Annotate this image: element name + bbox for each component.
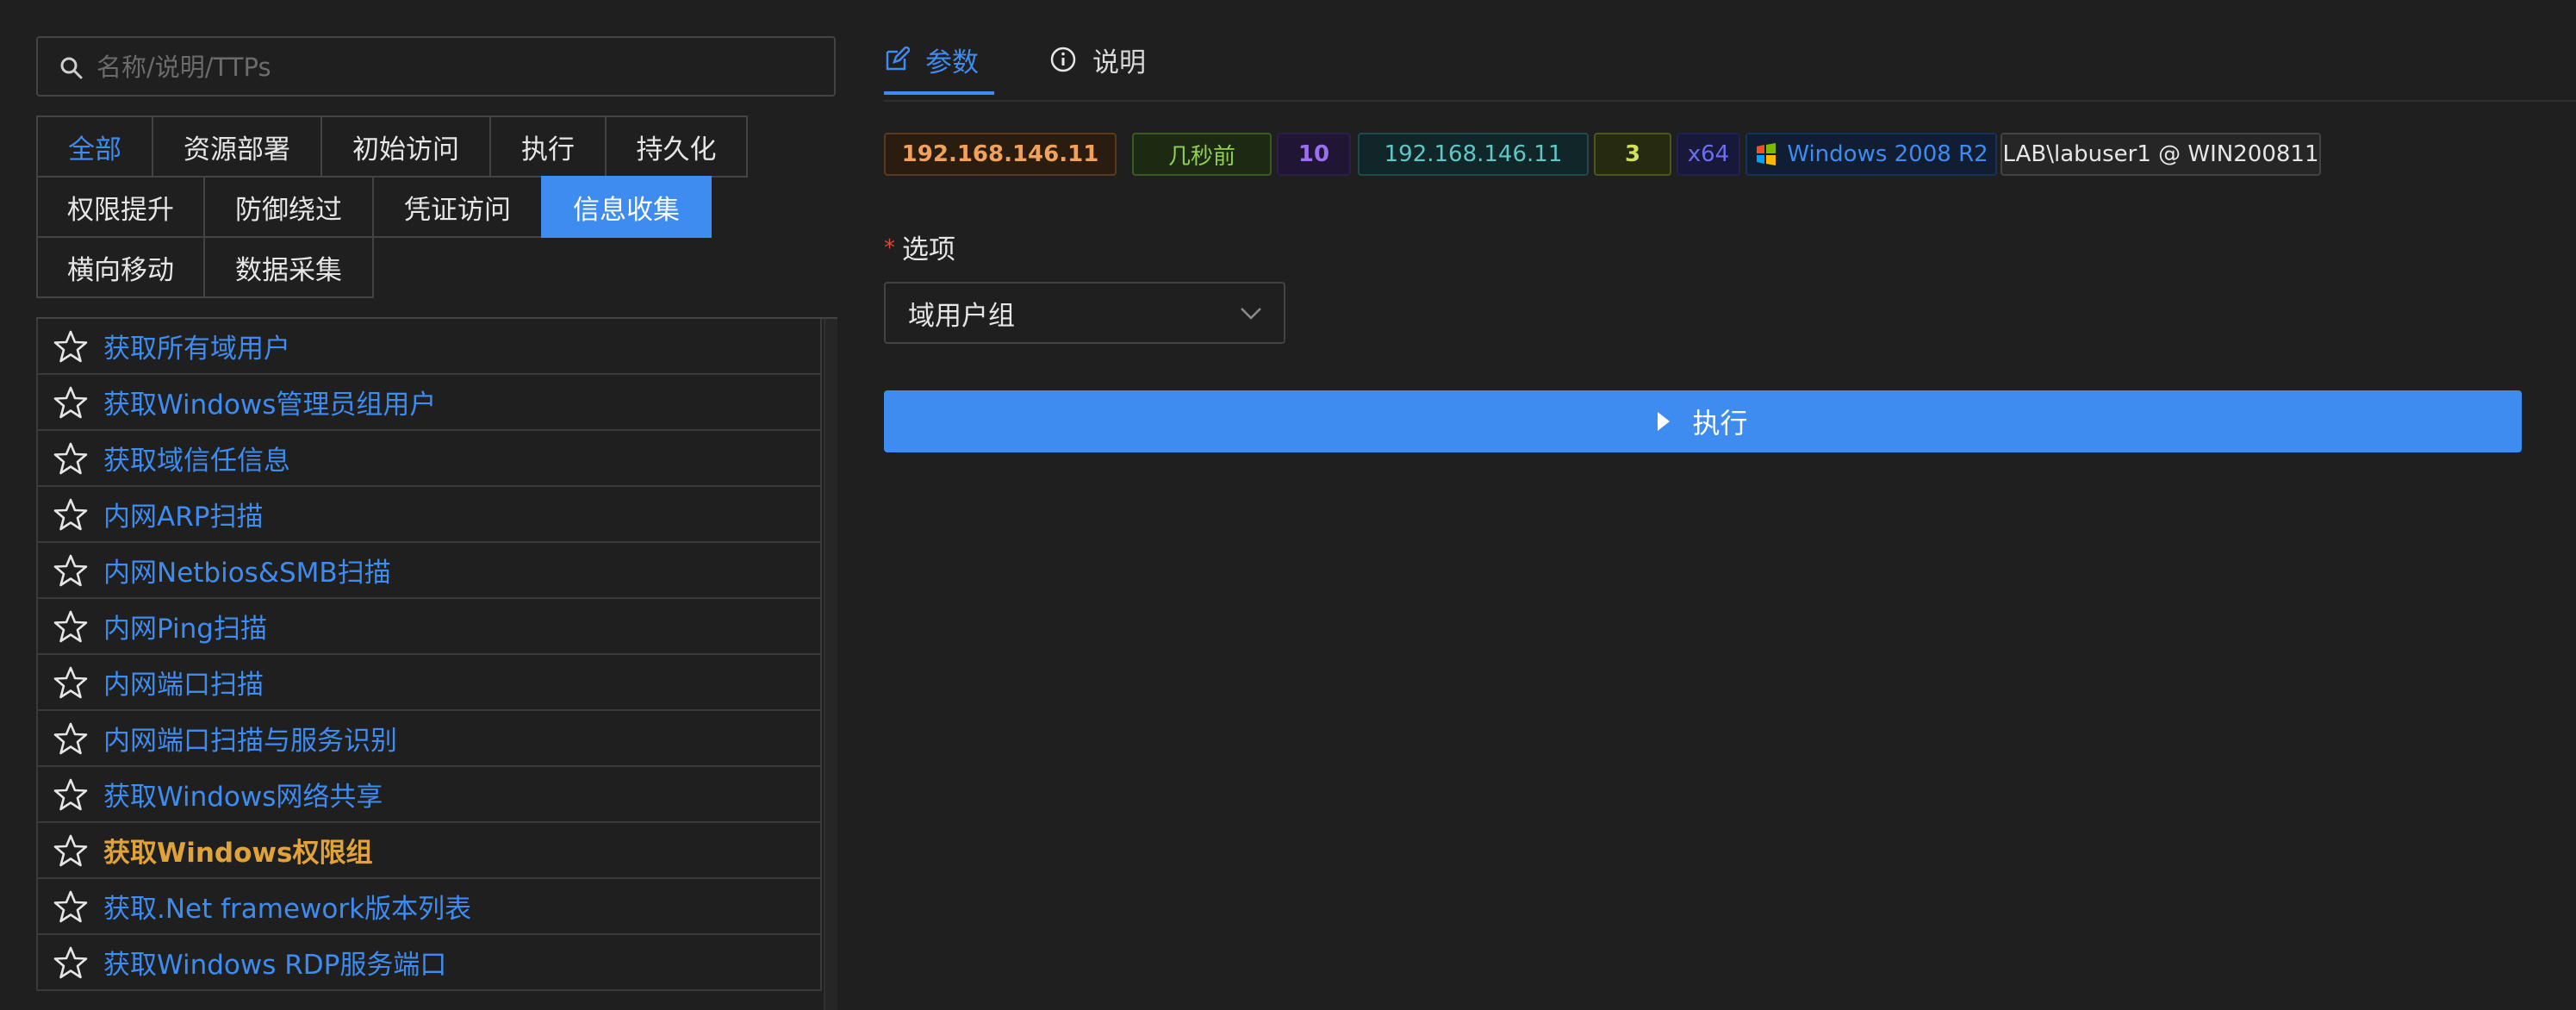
star-icon[interactable] (53, 665, 88, 700)
tab-description[interactable]: 说明 (1049, 33, 1161, 86)
list-item[interactable]: 获取Windows RDP服务端口 (36, 935, 822, 991)
category-persistence[interactable]: 持久化 (605, 115, 748, 178)
list-item[interactable]: 获取域信任信息 (36, 431, 822, 487)
pid-tag: 10 (1277, 133, 1351, 176)
chevron-down-icon (1241, 308, 1261, 320)
list-item[interactable]: 内网端口扫描 (36, 655, 822, 711)
category-discovery[interactable]: 信息收集 (541, 176, 712, 238)
list-item[interactable]: 获取.Net framework版本列表 (36, 879, 822, 935)
module-name: 获取Windows权限组 (103, 838, 373, 869)
category-execution[interactable]: 执行 (489, 115, 607, 178)
windows-icon (1757, 143, 1776, 165)
list-item[interactable]: 内网Netbios&SMB扫描 (36, 543, 822, 599)
user-host-tag: LAB\labuser1 @ WIN200811 (2000, 133, 2321, 176)
module-name: 内网ARP扫描 (103, 502, 264, 533)
os-label: Windows 2008 R2 (1787, 141, 1988, 167)
star-icon[interactable] (53, 497, 88, 532)
os-tag: Windows 2008 R2 (1745, 133, 1997, 176)
star-icon[interactable] (53, 329, 88, 364)
module-name: 获取Windows网络共享 (103, 782, 383, 813)
option-label: * 选项 (884, 228, 955, 266)
play-icon (1658, 412, 1671, 431)
tabs-divider (884, 100, 2576, 102)
edit-icon (886, 47, 910, 71)
category-resource-development[interactable]: 资源部署 (152, 115, 322, 178)
list-scrollbar[interactable] (824, 319, 837, 1010)
list-item[interactable]: 内网ARP扫描 (36, 487, 822, 543)
category-credential-access[interactable]: 凭证访问 (372, 176, 543, 238)
search-box[interactable] (36, 36, 836, 97)
category-collection[interactable]: 数据采集 (203, 236, 374, 298)
info-icon (1050, 47, 1076, 72)
module-name: 获取Windows RDP服务端口 (103, 950, 447, 981)
tab-params-label: 参数 (925, 47, 979, 78)
run-button-label: 执行 (1692, 407, 1748, 440)
module-name: 内网Netbios&SMB扫描 (103, 558, 391, 589)
list-item[interactable]: 内网端口扫描与服务识别 (36, 711, 822, 767)
external-ip-tag: 192.168.146.11 (884, 133, 1117, 176)
tab-params[interactable]: 参数 (884, 33, 994, 95)
list-item[interactable]: 获取Windows管理员组用户 (36, 375, 822, 431)
tab-description-label: 说明 (1092, 47, 1146, 78)
category-defense-evasion[interactable]: 防御绕过 (203, 176, 374, 238)
tab-active-indicator (884, 91, 994, 95)
list-item[interactable]: 获取Windows网络共享 (36, 767, 822, 823)
arch-tag: x64 (1677, 133, 1740, 176)
internal-ip-tag: 192.168.146.11 (1358, 133, 1589, 176)
option-label-text: 选项 (902, 234, 955, 265)
star-icon[interactable] (53, 777, 88, 812)
star-icon[interactable] (53, 385, 88, 420)
module-name: 内网端口扫描与服务识别 (103, 726, 397, 757)
option-select[interactable]: 域用户组 (884, 282, 1285, 344)
list-item[interactable]: 获取所有域用户 (36, 319, 822, 375)
category-privilege-escalation[interactable]: 权限提升 (36, 176, 205, 238)
last-seen-tag: 几秒前 (1132, 133, 1272, 176)
option-select-value: 域用户组 (908, 300, 1015, 332)
module-name: 获取域信任信息 (103, 446, 290, 477)
module-name: 获取所有域用户 (103, 334, 290, 365)
required-mark: * (884, 235, 895, 261)
star-icon[interactable] (53, 553, 88, 588)
integrity-tag: 3 (1594, 133, 1671, 176)
list-item[interactable]: 内网Ping扫描 (36, 599, 822, 655)
star-icon[interactable] (53, 945, 88, 980)
star-icon[interactable] (53, 721, 88, 756)
module-name: 获取.Net framework版本列表 (103, 894, 472, 925)
list-item[interactable]: 获取Windows权限组 (36, 823, 822, 879)
module-list: 获取所有域用户获取Windows管理员组用户 获取域信任信息 内网ARP扫描内网Ne… (36, 317, 837, 1010)
module-name: 内网端口扫描 (103, 670, 264, 701)
star-icon[interactable] (53, 609, 88, 644)
star-icon[interactable] (53, 441, 88, 476)
search-icon (60, 57, 83, 79)
star-icon[interactable] (53, 889, 88, 924)
category-lateral-movement[interactable]: 横向移动 (36, 236, 205, 298)
module-name: 获取Windows管理员组用户 (103, 390, 437, 421)
run-button[interactable]: 执行 (884, 390, 2522, 452)
search-input[interactable] (95, 45, 822, 90)
category-all[interactable]: 全部 (36, 115, 153, 178)
module-name: 内网Ping扫描 (103, 614, 267, 645)
category-initial-access[interactable]: 初始访问 (320, 115, 491, 178)
star-icon[interactable] (53, 833, 88, 868)
